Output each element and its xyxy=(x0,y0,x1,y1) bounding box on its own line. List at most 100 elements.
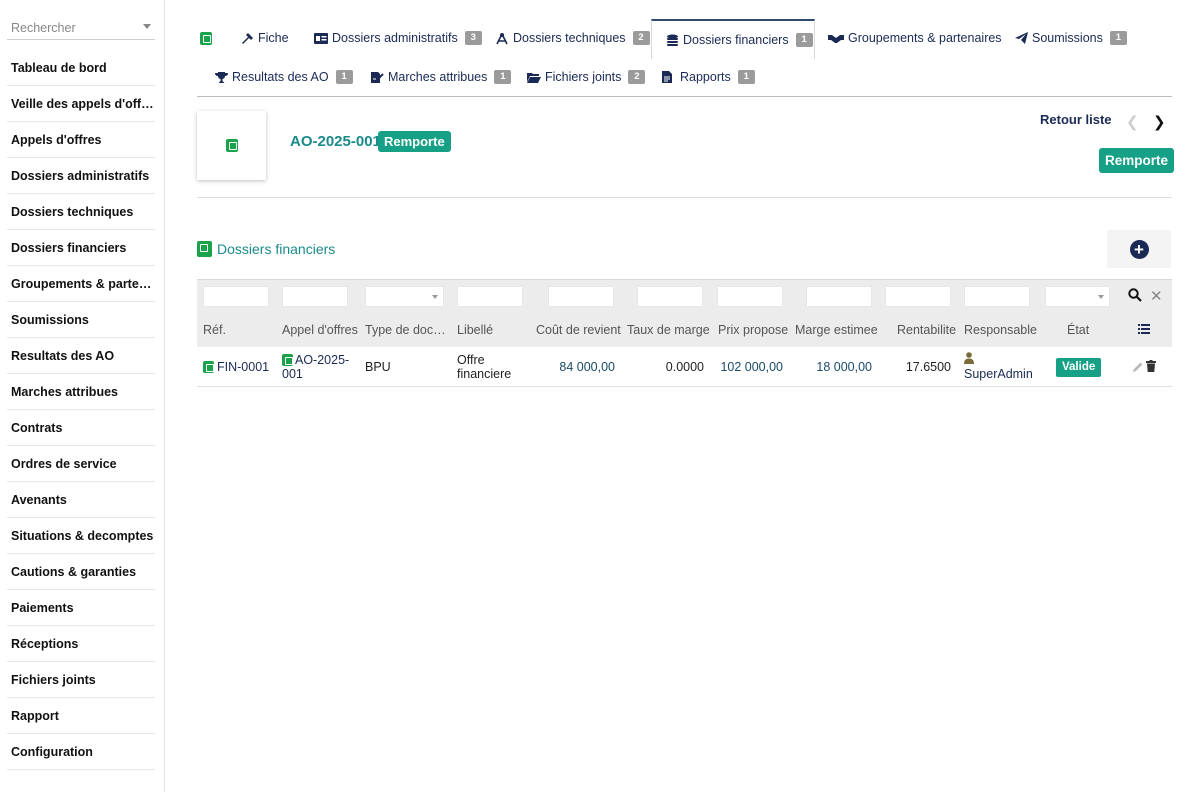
filter-rentabilite-input[interactable] xyxy=(885,286,951,307)
column-header-rentabilite[interactable]: Rentabilite xyxy=(897,323,956,337)
filter-prix-input[interactable] xyxy=(717,286,783,307)
section-title: Dossiers financiers xyxy=(197,241,335,257)
column-header-etat[interactable]: État xyxy=(1067,323,1089,337)
sidebar-item-cautions[interactable]: Cautions & garanties xyxy=(7,554,155,590)
section-title-label: Dossiers financiers xyxy=(217,241,336,257)
list-columns-icon[interactable] xyxy=(1138,324,1150,334)
sidebar-item-fichiers-joints[interactable]: Fichiers joints xyxy=(7,662,155,698)
sidebar-item-ordres-service[interactable]: Ordres de service xyxy=(7,446,155,482)
tab-label: Soumissions xyxy=(1032,31,1103,45)
tab-label: Resultats des AO xyxy=(232,70,329,84)
sidebar-item-dossiers-administratifs[interactable]: Dossiers administratifs xyxy=(7,158,155,194)
sidebar-item-paiements[interactable]: Paiements xyxy=(7,590,155,626)
libelle-line1: Offre xyxy=(457,353,485,367)
tab-label: Fichiers joints xyxy=(545,70,622,84)
tab-rapports[interactable]: Rapports 1 xyxy=(662,58,755,96)
sidebar-item-label: Dossiers techniques xyxy=(11,204,134,219)
status-badge: Valide xyxy=(1056,358,1102,377)
sidebar-item-label: Marches attribues xyxy=(11,384,118,399)
filter-type-select[interactable] xyxy=(365,286,444,307)
cell-appel[interactable]: AO-2025- 001 xyxy=(282,353,349,381)
column-header-libelle[interactable]: Libellé xyxy=(457,323,493,337)
tab-marches-attribues[interactable]: Marches attribues 1 xyxy=(370,58,512,96)
tab-soumissions[interactable]: Soumissions 1 xyxy=(1015,19,1127,57)
column-header-prix[interactable]: Prix propose xyxy=(718,323,788,337)
column-header-ref[interactable]: Réf. xyxy=(203,323,226,337)
sidebar-item-configuration[interactable]: Configuration xyxy=(7,734,155,770)
sidebar-item-dossiers-techniques[interactable]: Dossiers techniques xyxy=(7,194,155,230)
clear-filters-icon[interactable]: ✕ xyxy=(1150,287,1163,305)
sidebar-search-select[interactable]: Rechercher xyxy=(7,14,155,40)
sidebar-item-label: Dossiers financiers xyxy=(11,240,127,255)
sidebar-item-rapport[interactable]: Rapport xyxy=(7,698,155,734)
tab-dossiers-financiers[interactable]: Dossiers financiers 1 xyxy=(651,19,815,59)
ref-link[interactable]: FIN-0001 xyxy=(217,360,269,374)
sidebar-item-contrats[interactable]: Contrats xyxy=(7,410,155,446)
tab-record-icon[interactable] xyxy=(200,19,212,57)
sidebar-item-label: Ordres de service xyxy=(11,456,117,471)
count-badge: 2 xyxy=(632,31,650,45)
filter-cout-input[interactable] xyxy=(548,286,614,307)
next-record-button[interactable]: ❯ xyxy=(1153,113,1166,131)
sidebar-item-tableau-de-bord[interactable]: Tableau de bord xyxy=(7,50,155,86)
tab-fichiers-joints[interactable]: Fichiers joints 2 xyxy=(527,58,646,96)
tab-fiche[interactable]: Fiche xyxy=(241,19,289,57)
count-badge: 1 xyxy=(795,33,813,47)
column-header-cout[interactable]: Coût de revient xyxy=(536,323,621,337)
cell-ref[interactable]: FIN-0001 xyxy=(203,360,269,374)
search-icon[interactable] xyxy=(1128,288,1142,302)
tab-dossiers-techniques[interactable]: Dossiers techniques 2 xyxy=(495,19,650,57)
sidebar-item-label: Veille des appels d'offres xyxy=(11,96,155,111)
cell-responsable[interactable]: SuperAdmin xyxy=(964,352,1033,381)
file-text-icon xyxy=(662,71,672,83)
cell-taux: 0.0000 xyxy=(665,360,704,374)
filter-marge-input[interactable] xyxy=(806,286,872,307)
tab-dossiers-administratifs[interactable]: Dossiers administratifs 3 xyxy=(314,19,482,57)
sidebar-item-label: Dossiers administratifs xyxy=(11,168,150,183)
filter-libelle-input[interactable] xyxy=(457,286,523,307)
tab-label: Marches attribues xyxy=(388,70,488,84)
filter-taux-input[interactable] xyxy=(637,286,703,307)
column-header-appel[interactable]: Appel d'offres xyxy=(282,323,358,337)
column-header-marge[interactable]: Marge estimee xyxy=(795,323,878,337)
paper-plane-icon xyxy=(1015,32,1028,44)
filter-ref-input[interactable] xyxy=(203,286,269,307)
appel-link-line2[interactable]: 001 xyxy=(282,367,349,381)
add-record-button[interactable]: + xyxy=(1107,230,1171,268)
table-filter-row xyxy=(197,279,1172,313)
sidebar-item-resultats[interactable]: Resultats des AO xyxy=(7,338,155,374)
count-badge: 1 xyxy=(335,70,353,84)
sidebar-item-avenants[interactable]: Avenants xyxy=(7,482,155,518)
filter-appel-input[interactable] xyxy=(282,286,348,307)
search-placeholder: Rechercher xyxy=(11,21,76,35)
column-header-taux[interactable]: Taux de marge xyxy=(627,323,710,337)
sidebar-item-label: Réceptions xyxy=(11,636,79,651)
cell-libelle: Offre financiere xyxy=(457,353,511,381)
sidebar-item-appels-offres[interactable]: Appels d'offres xyxy=(7,122,155,158)
chevron-down-icon xyxy=(143,24,151,29)
sidebar-item-dossiers-financiers[interactable]: Dossiers financiers xyxy=(7,230,155,266)
tab-resultats-ao[interactable]: Resultats des AO 1 xyxy=(215,58,353,96)
sidebar-item-veille[interactable]: Veille des appels d'offres xyxy=(7,86,155,122)
handshake-icon xyxy=(828,34,844,43)
status-button[interactable]: Remporte xyxy=(1099,148,1175,173)
column-header-type[interactable]: Type de doc… xyxy=(365,323,446,337)
column-header-responsable[interactable]: Responsable xyxy=(964,323,1037,337)
filter-etat-select[interactable] xyxy=(1045,286,1110,307)
appel-link[interactable]: AO-2025- xyxy=(295,353,349,367)
tab-groupements[interactable]: Groupements & partenaires xyxy=(828,19,1002,57)
sidebar-item-receptions[interactable]: Réceptions xyxy=(7,626,155,662)
edit-pencil-icon[interactable] xyxy=(1132,361,1144,373)
cell-cout: 84 000,00 xyxy=(559,360,615,374)
sidebar-item-soumissions[interactable]: Soumissions xyxy=(7,302,155,338)
trophy-icon xyxy=(215,71,228,83)
sidebar-item-groupements[interactable]: Groupements & partenaires xyxy=(7,266,155,302)
previous-record-button[interactable]: ❮ xyxy=(1126,113,1139,131)
filter-responsable-input[interactable] xyxy=(964,286,1030,307)
trash-icon[interactable] xyxy=(1146,360,1156,372)
back-to-list-link[interactable]: Retour liste xyxy=(1040,112,1112,127)
sidebar-item-marches[interactable]: Marches attribues xyxy=(7,374,155,410)
responsable-link[interactable]: SuperAdmin xyxy=(964,367,1033,381)
sidebar-item-situations[interactable]: Situations & decomptes xyxy=(7,518,155,554)
user-icon xyxy=(964,352,974,364)
